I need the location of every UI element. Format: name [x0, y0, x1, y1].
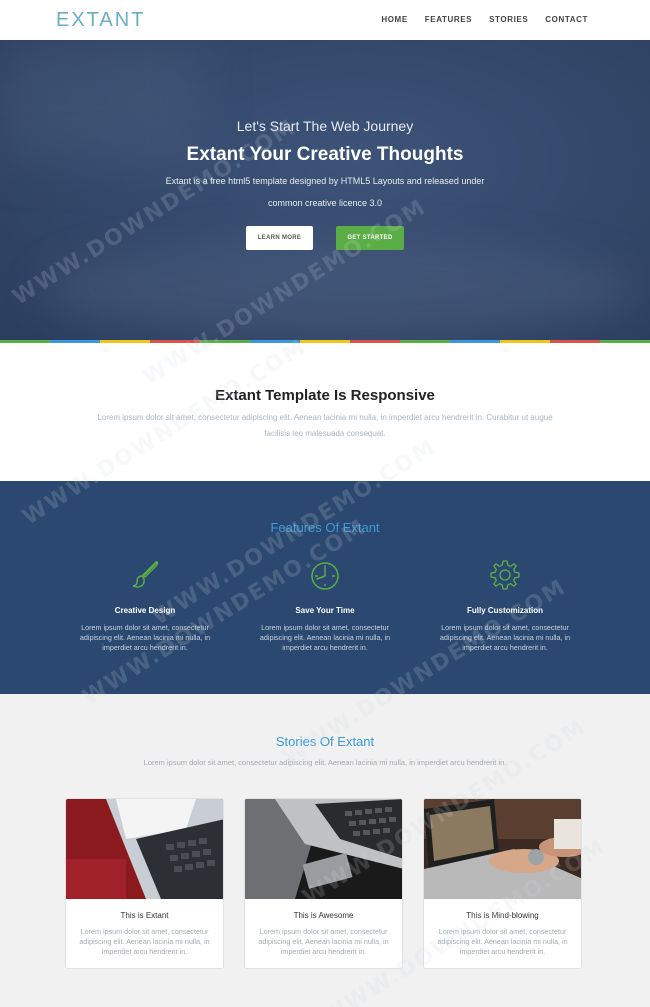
get-started-button[interactable]: GET STARTED — [336, 226, 404, 250]
navbar: EXTANT HOME FEATURES STORIES CONTACT — [0, 0, 650, 40]
feature-save-time: Save Your Time Lorem ipsum dolor sit ame… — [250, 559, 400, 653]
hero-title: Extant Your Creative Thoughts — [186, 144, 464, 165]
features-title: Features Of Extant — [270, 520, 380, 535]
stripe-segment — [300, 340, 350, 343]
story-card-text: Lorem ipsum dolor sit amet, consectetur … — [437, 927, 568, 956]
feature-text: Lorem ipsum dolor sit amet, consectetur … — [79, 623, 211, 652]
feature-text: Lorem ipsum dolor sit amet, consectetur … — [439, 623, 571, 652]
stripe-segment — [150, 340, 200, 343]
logo[interactable]: EXTANT — [56, 9, 145, 32]
gear-icon — [490, 560, 520, 590]
stripe-segment — [550, 340, 600, 343]
nav-link-stories[interactable]: STORIES — [489, 15, 528, 24]
hero-subtitle: Let's Start The Web Journey — [236, 118, 414, 134]
stripe-segment — [250, 340, 300, 343]
clock-icon — [311, 562, 339, 590]
feature-customization: Fully Customization Lorem ipsum dolor si… — [430, 559, 580, 653]
stripe-segment — [600, 340, 650, 343]
feature-name: Creative Design — [114, 606, 176, 615]
story-card[interactable]: This is Awesome Lorem ipsum dolor sit am… — [244, 798, 403, 969]
feature-name: Save Your Time — [295, 606, 355, 615]
story-card-title: This is Awesome — [293, 911, 354, 920]
stripe-segment — [500, 340, 550, 343]
nav-link-features[interactable]: FEATURES — [425, 15, 472, 24]
hero-background-blur — [40, 240, 640, 340]
story-card-text: Lorem ipsum dolor sit amet, consectetur … — [258, 927, 389, 956]
color-stripe — [0, 340, 650, 343]
stripe-segment — [350, 340, 400, 343]
story-card[interactable]: This is Extant Lorem ipsum dolor sit ame… — [65, 798, 224, 969]
features-section: Features Of Extant Creative Design Lorem… — [0, 481, 650, 694]
feature-creative-design: Creative Design Lorem ipsum dolor sit am… — [70, 559, 220, 653]
stripe-segment — [400, 340, 450, 343]
stripe-segment — [0, 340, 50, 343]
stories-title: Stories Of Extant — [275, 734, 375, 749]
nav-link-home[interactable]: HOME — [381, 15, 407, 24]
learn-more-button[interactable]: LEARN MORE — [246, 226, 313, 250]
responsive-text: Lorem ipsum dolor sit amet, consectetur … — [97, 413, 553, 438]
story-image-laptop-gray — [245, 799, 402, 899]
story-card-title: This is Extant — [120, 911, 169, 920]
feature-name: Fully Customization — [467, 606, 543, 615]
story-image-laptop-hands — [424, 799, 581, 899]
feature-text: Lorem ipsum dolor sit amet, consectetur … — [259, 623, 391, 652]
stories-text: Lorem ipsum dolor sit amet, consectetur … — [143, 758, 507, 767]
responsive-title: Extant Template Is Responsive — [215, 387, 435, 404]
story-image-laptop-red — [66, 799, 223, 899]
hero-background-blur — [0, 40, 200, 160]
brush-icon — [132, 561, 159, 588]
stripe-segment — [50, 340, 100, 343]
story-card-title: This is Mind-blowing — [466, 911, 539, 920]
hero-description: Extant is a free html5 template designed… — [165, 176, 485, 208]
story-card[interactable]: This is Mind-blowing Lorem ipsum dolor s… — [423, 798, 582, 969]
stripe-segment — [100, 340, 150, 343]
story-card-text: Lorem ipsum dolor sit amet, consectetur … — [79, 927, 210, 956]
stories-section: Stories Of Extant Lorem ipsum dolor sit … — [0, 694, 650, 1007]
stripe-segment — [450, 340, 500, 343]
nav-link-contact[interactable]: CONTACT — [545, 15, 588, 24]
hero-section: Let's Start The Web Journey Extant Your … — [0, 40, 650, 340]
stripe-segment — [200, 340, 250, 343]
nav-menu: HOME FEATURES STORIES CONTACT — [381, 15, 588, 24]
